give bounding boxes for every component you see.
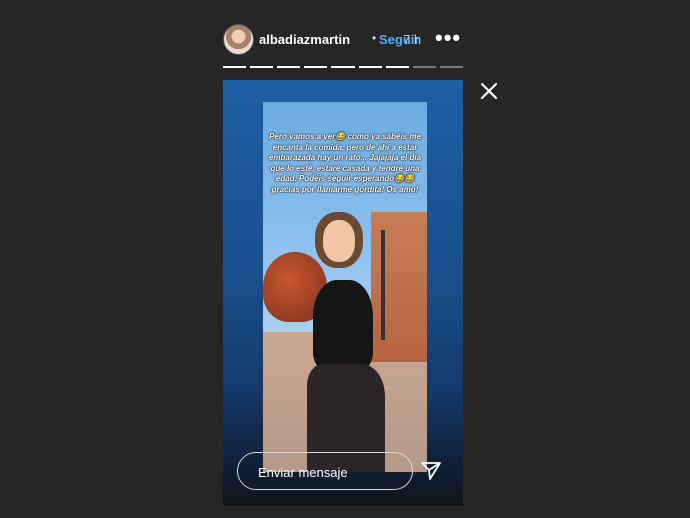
separator-dot: • [372, 31, 377, 45]
progress-segment [331, 66, 355, 68]
avatar[interactable] [223, 24, 254, 55]
story-viewer[interactable]: Pero vamos a ver😂 como ya sabéis me enca… [223, 80, 463, 506]
reply-placeholder: Enviar mensaje [258, 465, 348, 480]
progress-segment [277, 66, 301, 68]
post-time: 7 h [403, 32, 422, 47]
progress-segment [223, 66, 247, 68]
username[interactable]: albadiazmartin [259, 32, 350, 47]
reply-input[interactable]: Enviar mensaje [237, 452, 413, 490]
progress-segment [439, 66, 463, 68]
paper-plane-icon[interactable] [419, 459, 443, 483]
progress-segment [304, 66, 328, 68]
story-caption: Pero vamos a ver😂 como ya sabéis me enca… [268, 132, 422, 194]
more-icon[interactable]: ••• [435, 25, 461, 51]
progress-segment [385, 66, 409, 68]
close-icon[interactable] [478, 80, 500, 102]
progress-segment [250, 66, 274, 68]
story-progress-bar [223, 66, 463, 68]
progress-segment [412, 66, 436, 68]
progress-segment [358, 66, 382, 68]
story-header: albadiazmartin • Seguir 7 h ••• [223, 22, 463, 56]
